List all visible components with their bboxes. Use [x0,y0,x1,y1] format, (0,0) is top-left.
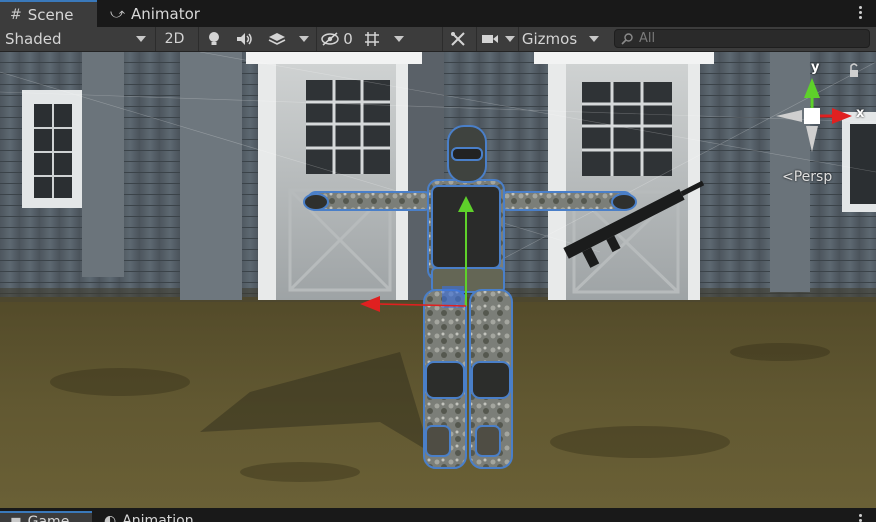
search-icon [621,32,633,45]
game-icon: ◼ [10,514,22,522]
animator-icon: ⤻ [110,5,125,22]
search-placeholder: All [639,31,656,46]
gizmos-dropdown[interactable] [582,27,606,51]
panel-menu-icon[interactable] [854,4,866,21]
speaker-icon [237,33,252,45]
layers-icon [268,33,286,45]
effects-toggle-button[interactable] [262,27,292,51]
camera-settings-button[interactable] [476,27,502,51]
camera-icon [481,35,498,43]
animation-icon: ◐ [104,513,117,522]
shading-mode-label: Shaded [5,30,62,48]
tab-animator-label: Animator [130,4,200,23]
tab-animator[interactable]: ⤻ Animator [100,0,210,27]
tab-game-label: Game [27,514,70,522]
audio-toggle-button[interactable] [230,27,260,51]
hidden-objects-toggle[interactable]: 0 [316,27,356,51]
grid-icon: # [10,7,22,23]
grid-snap-icon [365,32,379,46]
chevron-down-icon [505,36,515,42]
tab-scene-label: Scene [27,6,74,24]
axis-x-label: x [856,106,865,121]
tab-scene[interactable]: # Scene [0,0,97,28]
lighting-toggle-button[interactable] [198,27,228,51]
tab-game[interactable]: ◼ Game [0,511,92,522]
2d-label: 2D [164,31,185,47]
tools-button[interactable] [442,27,472,51]
scene-viewport[interactable]: y x <Persp [0,52,876,508]
grid-dropdown[interactable] [388,27,410,51]
bottom-tab-bar: ◼ Game ◐ Animation [0,508,876,522]
gizmos-button[interactable]: Gizmos [518,27,580,51]
tab-animation-label: Animation [122,513,194,522]
gizmos-label: Gizmos [521,30,578,48]
hidden-count: 0 [343,30,353,48]
projection-label[interactable]: <Persp [782,169,832,185]
projection-text: Persp [793,169,833,185]
bottom-panel-menu-icon[interactable] [854,512,866,522]
chevron-down-icon [589,36,599,42]
chevron-down-icon [136,36,146,42]
editor-tab-bar: # Scene ⤻ Animator [0,0,876,28]
axis-y-label: y [811,60,820,75]
tools-icon [450,32,465,46]
chevron-down-icon [299,36,309,42]
effects-dropdown[interactable] [294,27,314,51]
tab-animation[interactable]: ◐ Animation [94,511,214,522]
camera-dropdown[interactable] [502,27,518,51]
shading-mode-dropdown[interactable]: Shaded [0,27,152,51]
grid-toggle-button[interactable] [358,27,386,51]
2d-toggle-button[interactable]: 2D [155,27,193,51]
eye-slash-icon [321,32,339,46]
scene-render [0,52,876,508]
lightbulb-icon [208,32,219,45]
search-input[interactable]: All [614,29,870,48]
chevron-down-icon [394,36,404,42]
